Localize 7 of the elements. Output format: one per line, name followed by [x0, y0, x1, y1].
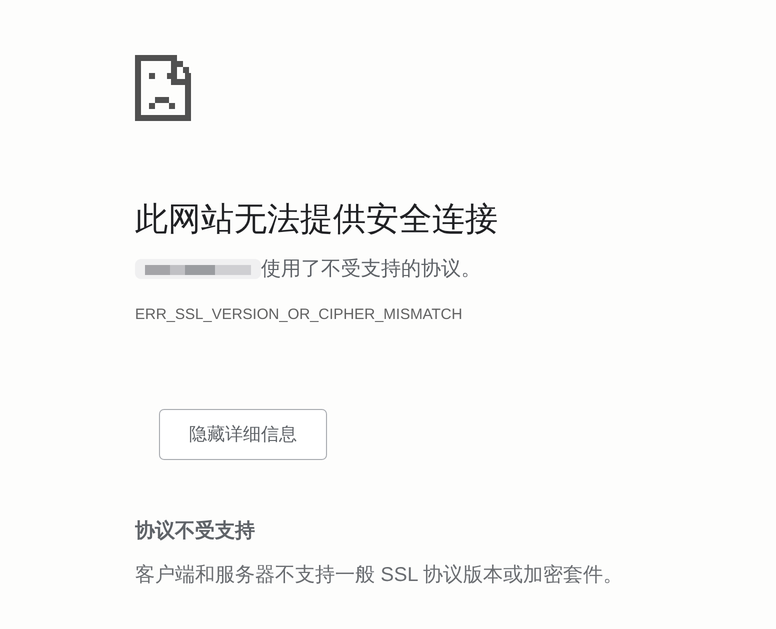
- error-code: ERR_SSL_VERSION_OR_CIPHER_MISMATCH: [135, 305, 462, 325]
- error-message: 使用了不受支持的协议。: [261, 257, 481, 282]
- hide-details-button[interactable]: 隐藏详细信息: [159, 408, 327, 460]
- sad-page-icon: [135, 55, 191, 121]
- error-heading: 此网站无法提供安全连接: [135, 199, 499, 239]
- details-text: 客户端和服务器不支持一般 SSL 协议版本或加密套件。: [135, 562, 624, 588]
- details-title: 协议不受支持: [135, 518, 255, 544]
